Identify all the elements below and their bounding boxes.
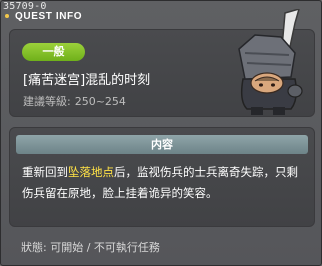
recommended-level: 建議等級: 250~254 <box>23 93 126 109</box>
content-header: 内容 <box>16 135 308 154</box>
level-range: 250~254 <box>74 95 126 108</box>
quest-content-panel: 内容 重新回到坠落地点后，监视伤兵的士兵离奇失踪，只剩伤兵留在原地，脸上挂着诡异… <box>9 127 315 227</box>
quest-description: 重新回到坠落地点后，监视伤兵的士兵离奇失踪，只剩伤兵留在原地，脸上挂着诡异的笑容… <box>22 162 308 204</box>
window-title-text: QUEST INFO <box>15 11 83 22</box>
quest-title: [痛苦迷宫]混乱的时刻 <box>23 73 151 88</box>
level-label: 建議等級: <box>23 95 71 108</box>
quest-type-tag: 一般 <box>22 43 85 61</box>
quest-status: 狀態: 可開始 / 不可執行任務 <box>21 241 160 254</box>
description-text-start: 重新回到 <box>22 165 68 179</box>
crash-site-link[interactable]: 坠落地点 <box>68 165 114 179</box>
npc-portrait <box>238 9 303 115</box>
title-dot-icon <box>5 13 9 18</box>
quest-info-window: 35709-0 QUEST INFO 一般 [痛苦迷宫]混乱的时刻 建議等級: 2… <box>0 0 322 266</box>
window-title: QUEST INFO <box>5 11 82 22</box>
